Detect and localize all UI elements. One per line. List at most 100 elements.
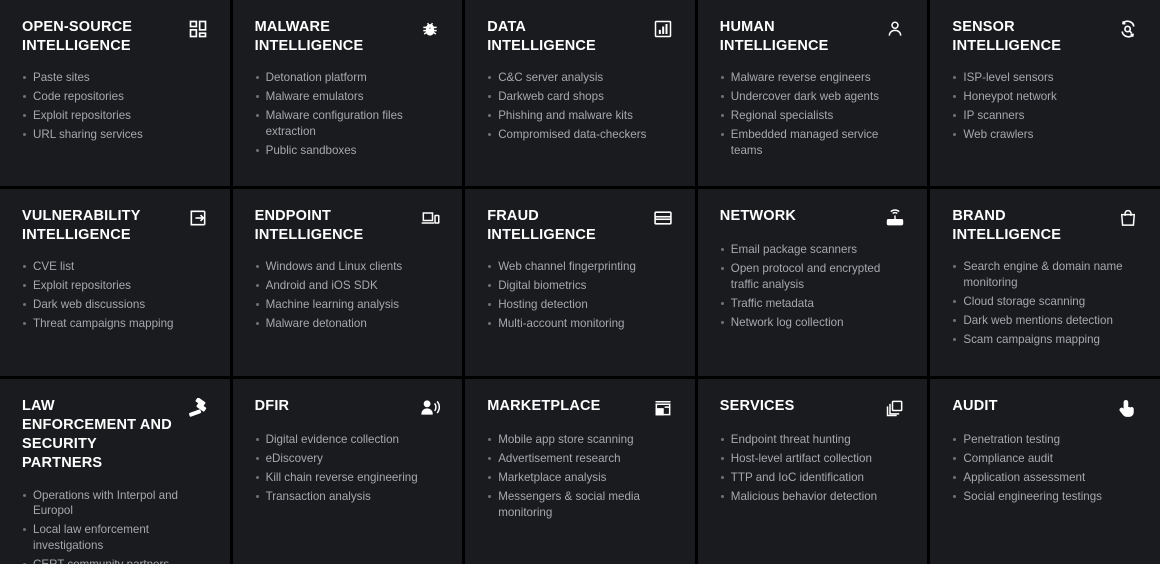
- card-list-item: Email package scanners: [720, 242, 906, 258]
- card-list-item: Malware reverse engineers: [720, 70, 906, 86]
- login-arrow-icon: [188, 208, 208, 228]
- person-speaking-icon: [420, 398, 441, 418]
- card-list-item: Host-level artifact collection: [720, 451, 906, 467]
- card-list-item: Web channel fingerprinting: [487, 259, 673, 275]
- card-item-list: Paste sites Code repositories Exploit repo…: [22, 70, 208, 143]
- card-list-item: Transaction analysis: [255, 489, 441, 505]
- card-list-item: Advertisement research: [487, 451, 673, 467]
- card-title: FRAUD INTELLIGENCE: [487, 208, 596, 244]
- card-list-item: eDiscovery: [255, 451, 441, 467]
- capability-card[interactable]: ENDPOINT INTELLIGENCE Windows and Linux c…: [232, 189, 463, 376]
- card-list-item: Endpoint threat hunting: [720, 432, 906, 448]
- card-list-item: Dark web discussions: [22, 297, 208, 313]
- capability-card[interactable]: SENSOR INTELLIGENCE ISP-level sensors Hone…: [930, 0, 1160, 186]
- card-item-list: Detonation platform Malware emulators Malw…: [255, 70, 441, 159]
- card-list-item: IP scanners: [952, 108, 1138, 124]
- card-list-item: ISP-level sensors: [952, 70, 1138, 86]
- card-list-item: Web crawlers: [952, 127, 1138, 143]
- card-item-list: Penetration testing Compliance audit Appli…: [952, 432, 1138, 505]
- person-icon: [885, 19, 905, 39]
- card-list-item: Search engine & domain name monitoring: [952, 259, 1138, 291]
- card-item-list: C&C server analysis Darkweb card shops Phi…: [487, 70, 673, 143]
- capability-card[interactable]: HUMAN INTELLIGENCE Malware reverse engine…: [697, 0, 928, 186]
- card-list-item: Detonation platform: [255, 70, 441, 86]
- capability-card[interactable]: LAW ENFORCEMENT AND SECURITY PARTNERS Ope…: [0, 379, 230, 564]
- card-list-item: Compromised data-checkers: [487, 127, 673, 143]
- card-header: MARKETPLACE: [487, 397, 673, 418]
- card-header: AUDIT: [952, 397, 1138, 418]
- capability-card[interactable]: MARKETPLACE Mobile app store scanning Adve…: [465, 379, 695, 564]
- card-title: DATA INTELLIGENCE: [487, 19, 596, 55]
- card-item-list: Endpoint threat hunting Host-level artifa…: [720, 432, 906, 505]
- card-list-item: Traffic metadata: [720, 296, 906, 312]
- capability-card[interactable]: VULNERABILITY INTELLIGENCE CVE list Exploi…: [0, 189, 230, 376]
- capability-card[interactable]: SERVICES Endpoint threat hunting Host-leve…: [697, 379, 928, 564]
- card-list-item: Scam campaigns mapping: [952, 332, 1138, 348]
- card-list-item: Application assessment: [952, 470, 1138, 486]
- card-title: DFIR: [254, 398, 290, 414]
- card-list-item: Hosting detection: [487, 297, 673, 313]
- card-header: NETWORK: [720, 207, 906, 228]
- card-header: HUMAN INTELLIGENCE: [720, 18, 906, 56]
- capability-card[interactable]: MALWARE INTELLIGENCE Detonation platform M…: [232, 0, 463, 186]
- card-list-item: Phishing and malware kits: [487, 108, 673, 124]
- card-header: BRAND INTELLIGENCE: [952, 207, 1138, 245]
- card-list-item: Embedded managed service teams: [720, 127, 906, 159]
- card-list-item: Kill chain reverse engineering: [255, 470, 441, 486]
- card-list-item: Operations with Interpol and Europol: [22, 488, 208, 520]
- gavel-icon: [188, 398, 208, 418]
- card-list-item: Malware detonation: [255, 316, 441, 332]
- card-list-item: Social engineering testings: [952, 489, 1138, 505]
- card-list-item: Undercover dark web agents: [720, 89, 906, 105]
- card-header: VULNERABILITY INTELLIGENCE: [22, 207, 208, 245]
- card-title: VULNERABILITY INTELLIGENCE: [22, 208, 141, 244]
- capability-card[interactable]: AUDIT Penetration testing Compliance audit…: [930, 379, 1160, 564]
- card-list-item: Exploit repositories: [22, 108, 208, 124]
- card-title: BRAND INTELLIGENCE: [952, 208, 1062, 244]
- capability-card[interactable]: DATA INTELLIGENCE C&C server analysis Dark…: [465, 0, 695, 186]
- copy-layers-icon: [885, 398, 905, 418]
- card-list-item: Mobile app store scanning: [487, 432, 673, 448]
- card-title: AUDIT: [952, 398, 998, 414]
- card-list-item: CVE list: [22, 259, 208, 275]
- card-list-item: Digital biometrics: [487, 278, 673, 294]
- card-list-item: Compliance audit: [952, 451, 1138, 467]
- card-item-list: ISP-level sensors Honeypot network IP scan…: [952, 70, 1138, 143]
- card-list-item: Malware configuration files extraction: [255, 108, 441, 140]
- capability-card[interactable]: DFIR Digital evidence collection eDiscover…: [232, 379, 463, 564]
- capability-card[interactable]: OPEN-SOURCE INTELLIGENCE Paste sites Code …: [0, 0, 230, 186]
- card-title: ENDPOINT INTELLIGENCE: [254, 208, 364, 244]
- card-item-list: Web channel fingerprinting Digital biomet…: [487, 259, 673, 332]
- capability-card[interactable]: NETWORK Email package scanners Open protoc…: [697, 189, 928, 376]
- card-title: SERVICES: [719, 398, 795, 414]
- card-item-list: Search engine & domain name monitoring Cl…: [952, 259, 1138, 348]
- card-header: OPEN-SOURCE INTELLIGENCE: [22, 18, 208, 56]
- card-item-list: Digital evidence collection eDiscovery Kil…: [255, 432, 441, 505]
- card-item-list: Operations with Interpol and Europol Loca…: [22, 488, 208, 564]
- bug-icon: [420, 19, 440, 39]
- router-icon: [885, 208, 905, 228]
- capability-card[interactable]: BRAND INTELLIGENCE Search engine & domain…: [930, 189, 1160, 376]
- card-list-item: URL sharing services: [22, 127, 208, 143]
- card-list-item: Paste sites: [22, 70, 208, 86]
- card-list-item: Local law enforcement investigations: [22, 522, 208, 554]
- card-list-item: Multi-account monitoring: [487, 316, 673, 332]
- capabilities-grid: OPEN-SOURCE INTELLIGENCE Paste sites Code …: [0, 0, 1160, 564]
- card-list-item: Threat campaigns mapping: [22, 316, 208, 332]
- card-item-list: Malware reverse engineers Undercover dark…: [720, 70, 906, 159]
- card-list-item: Public sandboxes: [255, 143, 441, 159]
- card-list-item: Code repositories: [22, 89, 208, 105]
- card-header: ENDPOINT INTELLIGENCE: [255, 207, 441, 245]
- card-list-item: Marketplace analysis: [487, 470, 673, 486]
- card-list-item: Regional specialists: [720, 108, 906, 124]
- card-header: DATA INTELLIGENCE: [487, 18, 673, 56]
- card-list-item: Cloud storage scanning: [952, 294, 1138, 310]
- card-list-item: Exploit repositories: [22, 278, 208, 294]
- credit-card-icon: [653, 208, 673, 228]
- card-title: LAW ENFORCEMENT AND SECURITY PARTNERS: [22, 398, 172, 472]
- card-list-item: CERT community partners: [22, 557, 208, 564]
- card-title: HUMAN INTELLIGENCE: [719, 19, 829, 55]
- capability-card[interactable]: FRAUD INTELLIGENCE Web channel fingerprin…: [465, 189, 695, 376]
- card-list-item: Machine learning analysis: [255, 297, 441, 313]
- bar-chart-icon: [653, 19, 673, 39]
